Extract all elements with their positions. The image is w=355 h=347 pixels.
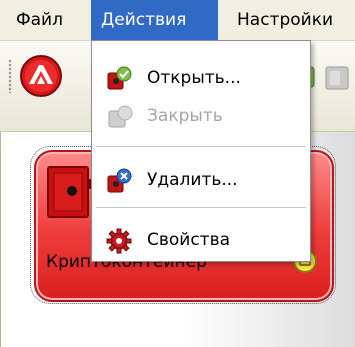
menu-item-properties-label: Свойства [147, 230, 231, 250]
menu-separator [96, 146, 306, 147]
menu-item-open[interactable]: Открыть... [92, 59, 310, 97]
safe-icon [47, 166, 91, 218]
open-icon [107, 66, 132, 90]
menu-item-delete[interactable]: Удалить... [92, 161, 310, 199]
close-icon [108, 105, 133, 128]
menu-item-open-label: Открыть... [147, 68, 241, 88]
menu-actions[interactable]: Действия [91, 0, 218, 40]
app-window: Файл Действия Настройки Криптоконтейнер … [0, 0, 355, 347]
menu-item-close-label: Закрыть [147, 106, 223, 126]
delete-icon [107, 168, 132, 193]
app-logo-icon [20, 55, 62, 97]
menu-item-properties[interactable]: Свойства [92, 221, 310, 259]
menu-bar: Файл Действия Настройки [0, 0, 355, 41]
properties-gear-icon [106, 228, 132, 254]
container-disabled-icon [325, 66, 349, 90]
app-logo-button[interactable] [18, 53, 64, 99]
menu-settings[interactable]: Настройки [227, 0, 343, 40]
actions-dropdown-menu: Открыть... Закрыть Удалить... Свойства [91, 40, 311, 262]
toolbar-grip[interactable] [8, 59, 12, 93]
menu-item-close: Закрыть [92, 97, 310, 135]
toolbar-container-button[interactable] [322, 57, 352, 97]
menu-file[interactable]: Файл [6, 0, 73, 40]
menu-item-delete-label: Удалить... [147, 170, 238, 190]
menu-separator [96, 207, 306, 208]
